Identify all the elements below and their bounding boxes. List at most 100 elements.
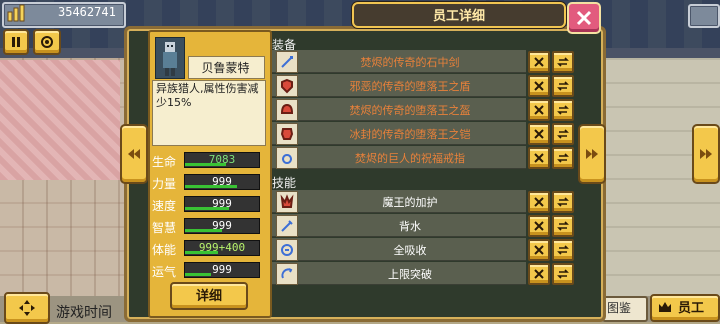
stat-label: 生命 [152,155,177,169]
equipment-row-swap-button[interactable] [552,99,574,121]
equipment-row-remove-button[interactable] [528,147,550,169]
equipment-row-icon-box [276,99,298,121]
skill-row-icon-box [276,215,298,237]
panel-title: 员工详细 [432,9,485,24]
close-icon [534,269,544,279]
gear-icon [41,36,53,48]
hunter-sprite-icon [163,42,177,76]
stat-value: 999+400 [198,241,246,254]
skill-row-remove-button[interactable] [528,239,550,261]
sword-water-icon [281,220,293,232]
equipment-row-swap-button[interactable] [552,75,574,97]
previous-staff-button[interactable] [120,124,148,184]
swap-icon [557,81,569,91]
swap-icon [557,245,569,255]
stat-label: 体能 [152,243,177,257]
close-icon [534,105,544,115]
staff-label: 员工 [678,301,705,316]
money-amount: 35462741 [58,5,116,19]
double-right-arrow-icon [700,149,712,159]
skill-row-icon-box [276,239,298,261]
pink-carpet [0,60,120,180]
dpad-arrows-icon [19,300,35,316]
equipment-row-remove-button[interactable] [528,75,550,97]
close-icon [534,129,544,139]
equipment-row-name: 焚烬的传奇的石中剑 [360,56,460,69]
swap-icon [557,197,569,207]
stat-label: 力量 [152,177,177,191]
swap-icon [557,153,569,163]
swap-icon [557,269,569,279]
shield-icon [281,78,293,94]
skill-row-remove-button[interactable] [528,263,550,285]
character-name: 贝鲁蒙特 [201,61,250,75]
skill-row-swap-button[interactable] [552,215,574,237]
scroll-right-button[interactable] [692,124,720,184]
equipment-row-name: 焚烬的巨人的祝福戒指 [355,152,465,165]
equipment-row-remove-button[interactable] [528,51,550,73]
equipment-row-name: 邪恶的传奇的堕落王之盾 [349,80,471,93]
skill-row-remove-button[interactable] [528,215,550,237]
pause-icon [12,37,20,47]
demon-king-icon [280,194,294,208]
equipment-row-icon-box [276,147,298,169]
close-button[interactable] [567,2,601,34]
equipment-row-remove-button[interactable] [528,99,550,121]
stat-label: 智慧 [152,221,177,235]
limit-break-icon [281,268,293,279]
detail-button-label: 详细 [195,289,222,304]
skill-row-name: 上限突破 [388,268,432,281]
pause-button[interactable] [3,29,29,55]
stat-value: 999 [212,263,232,276]
next-staff-button[interactable] [578,124,606,184]
stat-value: 999 [212,219,232,232]
equipment-row-name: 冰封的传奇的堕落王之铠 [349,128,471,141]
crown-icon [659,302,671,312]
skill-row-icon-box [276,191,298,213]
close-icon [534,81,544,91]
skill-row-name: 魔王的加护 [382,196,438,209]
absorb-icon [281,244,294,256]
skill-row-name: 全吸收 [393,244,427,257]
sword-icon [281,56,293,68]
stat-value: 999 [212,197,232,210]
encyclopedia-label: 图鉴 [607,301,632,315]
ring-icon [282,154,292,164]
skills-header: 技能 [272,176,297,190]
stat-value: 7083 [208,153,236,166]
close-icon [534,197,544,207]
skill-row-swap-button[interactable] [552,239,574,261]
stat-value: 999 [212,175,232,188]
game-time-label: 游戏时间 [56,305,112,321]
settings-button[interactable] [33,29,61,55]
close-icon [534,221,544,231]
close-icon [534,153,544,163]
equipment-row-swap-button[interactable] [552,123,574,145]
character-description: 异族猎人,属性伤害减少15% [156,82,259,109]
skill-row-name: 背水 [399,220,421,233]
side-menu-button[interactable] [688,4,720,28]
swap-icon [557,221,569,231]
close-icon [534,57,544,67]
close-icon [534,245,544,255]
coin-chart-icon [7,4,25,22]
equipment-row-icon-box [276,51,298,73]
skill-row-swap-button[interactable] [552,191,574,213]
swap-icon [557,105,569,115]
equipment-row-icon-box [276,75,298,97]
character-portrait [155,37,185,79]
equipment-row-swap-button[interactable] [552,147,574,169]
equipment-row-name: 焚烬的传奇的堕落王之盔 [349,104,471,117]
skill-row-remove-button[interactable] [528,191,550,213]
equipment-row-icon-box [276,123,298,145]
armor-icon [280,128,294,140]
stat-label: 速度 [152,199,177,213]
helmet-icon [280,103,294,114]
skill-row-swap-button[interactable] [552,263,574,285]
equipment-row-remove-button[interactable] [528,123,550,145]
equipment-row-swap-button[interactable] [552,51,574,73]
skill-row-icon-box [276,263,298,285]
swap-icon [557,129,569,139]
move-mode-button[interactable] [4,292,50,324]
swap-icon [557,57,569,67]
